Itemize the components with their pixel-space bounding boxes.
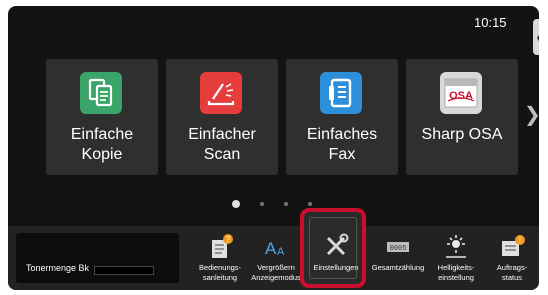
page-dot[interactable] [308,202,312,206]
counter-icon: 0005 [384,232,412,260]
page-dot[interactable] [284,202,288,206]
tile-label: Einfache Kopie [70,126,134,163]
job-status-icon: ! [498,232,526,260]
tile-sharp-osa[interactable]: OSA Sharp OSA [406,59,518,175]
tile-label: Sharp OSA [421,126,503,143]
tile-simple-copy[interactable]: Einfache Kopie [46,59,158,175]
scan-icon [200,72,242,114]
fax-icon [320,72,362,114]
svg-text:A: A [277,246,285,258]
job-status-button[interactable]: ! Auftrags- status [484,226,539,290]
toner-indicator: Tonermenge Bk [16,233,179,283]
toner-label: Tonermenge Bk [26,263,90,273]
tile-label: Einfaches Fax [306,126,378,163]
settings-button[interactable]: Einstellungen [308,226,364,290]
button-label: Einstellungen [313,263,359,272]
svg-text:!: ! [519,236,521,245]
next-page-arrow[interactable]: ❯ [524,102,539,127]
settings-tools-icon [322,232,350,260]
bottom-bar: Tonermenge Bk ? Bedienungs- sanleitung A… [8,226,539,290]
svg-text:0005: 0005 [390,245,407,253]
tile-simple-fax[interactable]: Einfaches Fax [286,59,398,175]
button-label: Auftrags- status [496,263,528,282]
side-panel-tab[interactable]: ❮ [533,19,539,55]
svg-text:?: ? [226,235,231,244]
enlarge-display-button[interactable]: A A Vergrößern Anzeigemodus [248,226,304,290]
operation-guide-button[interactable]: ? Bedienungs- sanleitung [192,226,248,290]
page-dot[interactable] [260,202,264,206]
magnify-text-icon: A A [262,232,290,260]
touch-panel-screen: 10:15 ❮ Einfache Kopie Einf [8,6,539,290]
tile-simple-scan[interactable]: Einfacher Scan [166,59,278,175]
svg-text:OSA: OSA [449,90,473,102]
sharp-osa-icon: OSA [440,72,482,114]
clock: 10:15 [474,15,507,30]
copy-icon [80,72,122,114]
svg-text:A: A [265,239,277,258]
toner-level-bar [94,266,154,275]
page-dot-active[interactable] [232,200,240,208]
manual-icon: ? [206,232,234,260]
total-count-button[interactable]: 0005 Gesamtzählung [370,226,426,290]
brightness-icon [442,232,470,260]
chevron-left-icon: ❮ [535,31,539,44]
tile-label: Einfacher Scan [188,126,256,163]
brightness-button[interactable]: Helligkeits- einstellung [428,226,484,290]
